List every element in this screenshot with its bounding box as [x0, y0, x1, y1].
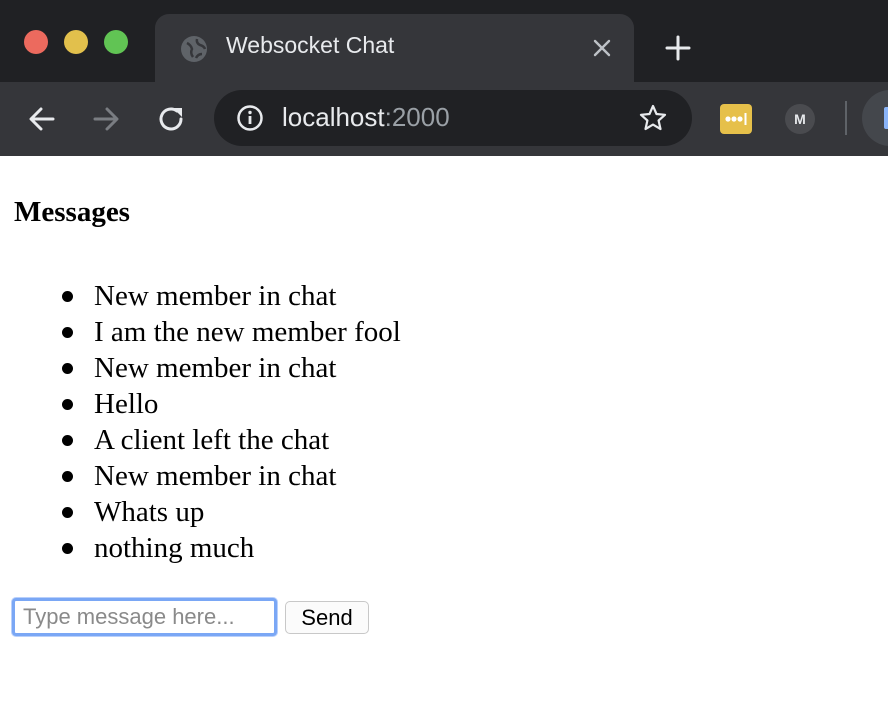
window-close-button[interactable] [24, 30, 48, 54]
page-title: Messages [14, 196, 130, 228]
toolbar-divider [845, 101, 847, 135]
info-icon[interactable] [236, 104, 264, 132]
profile-avatar-icon [884, 107, 888, 129]
list-item: New member in chat [58, 350, 401, 386]
close-icon[interactable] [592, 38, 612, 58]
forward-arrow-icon[interactable] [91, 104, 121, 134]
address-bar[interactable]: localhost:2000 [214, 90, 692, 146]
extension-m-icon[interactable]: M [785, 104, 815, 134]
url-text[interactable]: localhost:2000 [282, 102, 450, 133]
list-item: nothing much [58, 530, 401, 566]
url-port: :2000 [384, 102, 450, 132]
plus-icon[interactable] [664, 34, 692, 62]
reload-icon[interactable] [156, 104, 186, 134]
list-item: Hello [58, 386, 401, 422]
message-input[interactable] [12, 598, 277, 636]
globe-icon [181, 36, 207, 62]
list-item: Whats up [58, 494, 401, 530]
back-arrow-icon[interactable] [27, 104, 57, 134]
list-item: I am the new member fool [58, 314, 401, 350]
send-button[interactable]: Send [285, 601, 369, 634]
window-minimize-button[interactable] [64, 30, 88, 54]
browser-toolbar: localhost:2000 [0, 82, 888, 156]
list-item: New member in chat [58, 278, 401, 314]
messages-list: New member in chat I am the new member f… [58, 278, 401, 566]
url-host: localhost [282, 102, 385, 132]
list-item: New member in chat [58, 458, 401, 494]
lastpass-dots-icon [725, 113, 747, 125]
browser-tab[interactable]: Websocket Chat [155, 14, 634, 82]
browser-tab-strip: Websocket Chat [0, 0, 888, 82]
page-content: Messages New member in chat I am the new… [0, 156, 888, 724]
lastpass-icon[interactable] [720, 104, 752, 134]
tab-title: Websocket Chat [226, 32, 395, 58]
star-icon[interactable] [638, 103, 668, 133]
list-item: A client left the chat [58, 422, 401, 458]
window-zoom-button[interactable] [104, 30, 128, 54]
